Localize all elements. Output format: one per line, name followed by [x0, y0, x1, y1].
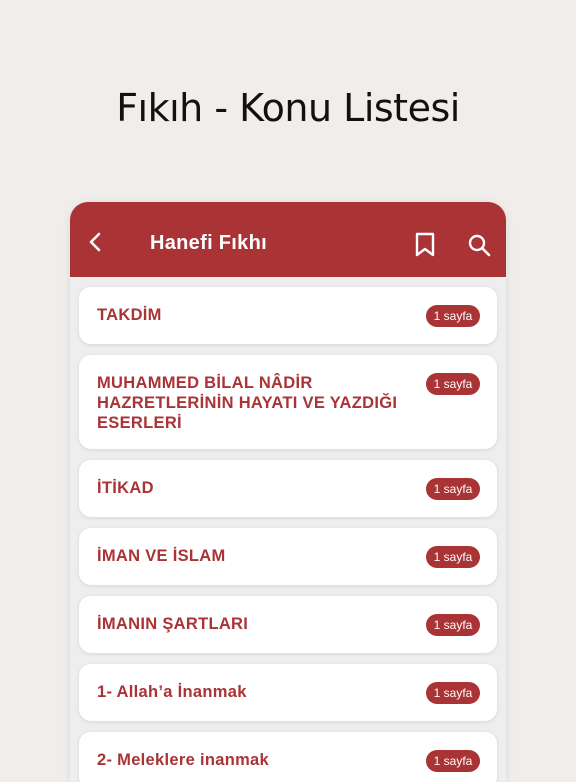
- bookmark-icon[interactable]: [414, 232, 436, 258]
- list-item[interactable]: TAKDİM 1 sayfa: [79, 287, 497, 344]
- page-count-badge: 1 sayfa: [426, 750, 480, 772]
- page-count-badge: 1 sayfa: [426, 478, 480, 500]
- app-bar: Hanefi Fıkhı: [70, 202, 506, 277]
- topic-title: 1- Allah’a İnanmak: [97, 683, 247, 701]
- phone-screen: Hanefi Fıkhı TAKDİM 1 sayfa MUHAMMED BİL…: [70, 202, 506, 782]
- page-count-badge: 1 sayfa: [426, 305, 480, 327]
- topic-title: İTİKAD: [97, 479, 154, 497]
- topic-title: İMANIN ŞARTLARI: [97, 615, 249, 633]
- list-item[interactable]: İMANIN ŞARTLARI 1 sayfa: [79, 596, 497, 653]
- list-item[interactable]: İTİKAD 1 sayfa: [79, 460, 497, 517]
- page-count-badge: 1 sayfa: [426, 373, 480, 395]
- topic-list: TAKDİM 1 sayfa MUHAMMED BİLAL NÂDİR HAZR…: [70, 277, 506, 782]
- search-icon[interactable]: [467, 233, 491, 257]
- list-item[interactable]: İMAN VE İSLAM 1 sayfa: [79, 528, 497, 585]
- list-item[interactable]: 2- Meleklere inanmak 1 sayfa: [79, 732, 497, 782]
- list-item[interactable]: MUHAMMED BİLAL NÂDİR HAZRETLERİNİN HAYAT…: [79, 355, 497, 449]
- page-count-badge: 1 sayfa: [426, 546, 480, 568]
- list-item[interactable]: 1- Allah’a İnanmak 1 sayfa: [79, 664, 497, 721]
- page-headline: Fıkıh - Konu Listesi: [116, 86, 460, 130]
- page-count-badge: 1 sayfa: [426, 682, 480, 704]
- app-bar-title: Hanefi Fıkhı: [150, 232, 267, 254]
- topic-title: İMAN VE İSLAM: [97, 547, 226, 565]
- chevron-left-icon[interactable]: [86, 231, 106, 253]
- topic-title: 2- Meleklere inanmak: [97, 751, 269, 769]
- topic-title: TAKDİM: [97, 306, 162, 324]
- page-count-badge: 1 sayfa: [426, 614, 480, 636]
- topic-title: MUHAMMED BİLAL NÂDİR HAZRETLERİNİN HAYAT…: [97, 374, 398, 432]
